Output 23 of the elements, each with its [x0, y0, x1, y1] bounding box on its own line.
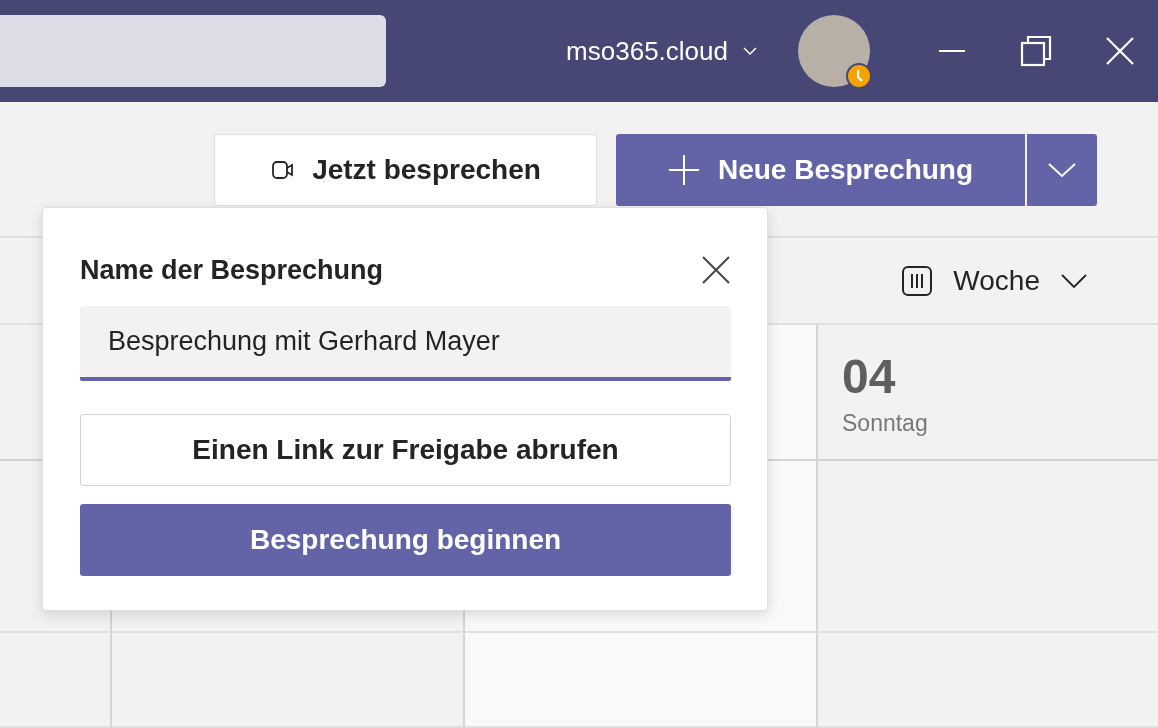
chevron-down-icon [1047, 162, 1077, 178]
calendar-cell[interactable] [112, 633, 465, 728]
calendar-cell[interactable] [465, 633, 818, 728]
chevron-down-icon [742, 46, 758, 56]
chevron-down-icon [1060, 272, 1088, 289]
close-icon[interactable] [701, 255, 731, 285]
meet-now-button[interactable]: Jetzt besprechen [214, 134, 597, 206]
new-meeting-dropdown[interactable] [1027, 134, 1097, 206]
share-link-button[interactable]: Einen Link zur Freigabe abrufen [80, 414, 731, 486]
search-field[interactable] [0, 15, 386, 87]
day-number: 04 [842, 349, 897, 404]
meeting-name-field[interactable]: Besprechung mit Gerhard Mayer [80, 306, 731, 381]
new-meeting-button[interactable]: Neue Besprechung [616, 134, 1025, 206]
start-meeting-button[interactable]: Besprechung beginnen [80, 504, 731, 576]
view-selector[interactable]: Woche [901, 264, 1088, 297]
popup-title: Name der Besprechung [80, 254, 384, 286]
org-switcher[interactable]: mso365.cloud [566, 35, 758, 67]
away-status-icon [846, 63, 872, 89]
calendar-cell[interactable] [0, 633, 112, 728]
calendar-columns-icon [901, 264, 934, 297]
restore-icon[interactable] [1020, 35, 1052, 67]
plus-icon [667, 154, 700, 186]
weekday-label: Sonntag [842, 410, 929, 437]
